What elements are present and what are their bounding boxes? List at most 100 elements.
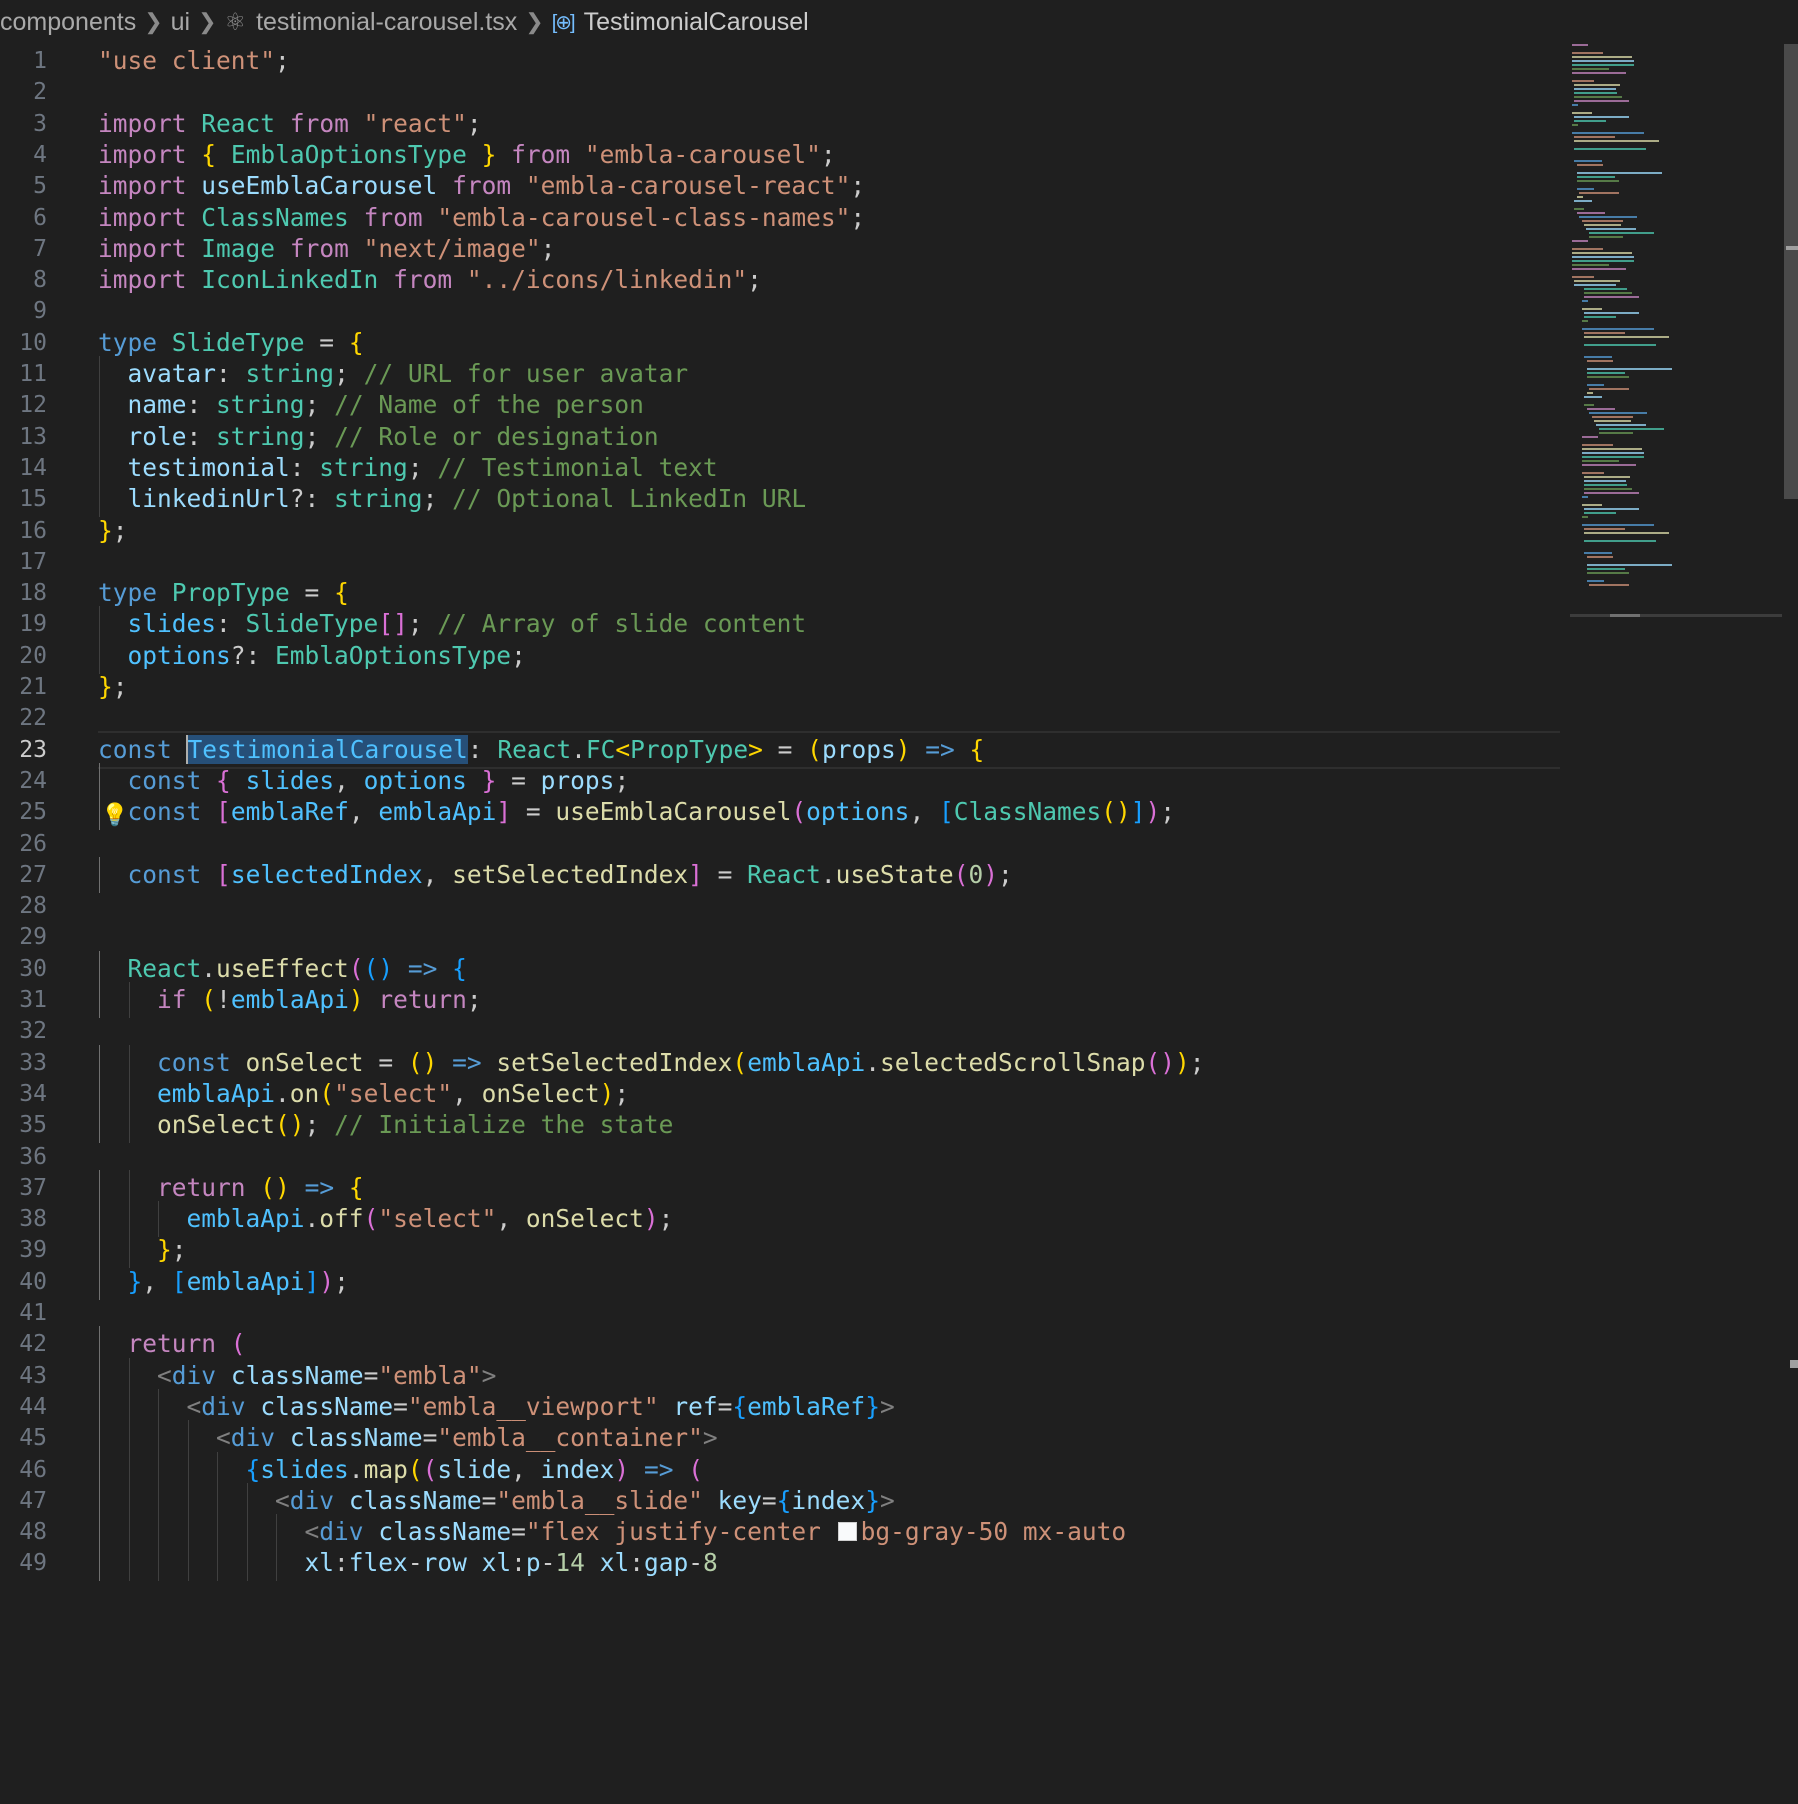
minimap-line <box>1584 508 1639 510</box>
code-editor[interactable]: 1 "use client"; 2 3 import React from "react… <box>0 44 1560 1804</box>
minimap-line <box>1584 312 1639 314</box>
minimap-line <box>1587 408 1615 410</box>
chevron-right-icon: ❯ <box>144 9 163 34</box>
code-line[interactable]: 39 }; <box>0 1232 1560 1268</box>
minimap-line <box>1587 376 1629 378</box>
minimap-line <box>1587 368 1672 370</box>
minimap-line <box>1587 392 1593 394</box>
minimap-line <box>1587 568 1625 570</box>
code-text[interactable]: slides: SlideType[]; // Array of slide c… <box>98 606 807 642</box>
code-text[interactable]: return ( <box>98 1326 246 1362</box>
breadcrumb-item-ui[interactable]: ui <box>171 8 190 37</box>
line-number: 9 <box>33 298 47 324</box>
minimap-line <box>1574 136 1615 138</box>
minimap-line <box>1584 540 1656 542</box>
line-number: 22 <box>19 705 47 731</box>
minimap-line <box>1599 432 1633 434</box>
minimap-line <box>1582 444 1613 446</box>
line-number: 29 <box>19 924 47 950</box>
minimap-line <box>1572 52 1603 54</box>
minimap-line <box>1596 424 1646 426</box>
code-text[interactable]: <div className="embla__container"> <box>98 1420 718 1456</box>
minimap-scroll-track <box>1570 614 1782 617</box>
breadcrumb-item-components[interactable]: components <box>0 8 136 37</box>
scrollbar-selection-marker <box>1786 246 1798 250</box>
line-number: 2 <box>33 79 47 105</box>
minimap-line <box>1584 512 1616 514</box>
code-text[interactable]: const [emblaRef, emblaApi] = useEmblaCar… <box>98 794 1176 830</box>
minimap-line <box>1589 388 1629 390</box>
minimap-line <box>1584 296 1639 298</box>
minimap-line <box>1572 80 1594 82</box>
minimap-line <box>1574 96 1622 98</box>
code-text[interactable]: onSelect(); // Initialize the state <box>98 1107 673 1143</box>
code-line[interactable]: 45 <div className="embla__container"> <box>0 1420 1560 1456</box>
minimap-line <box>1577 188 1594 190</box>
minimap-line <box>1582 220 1623 222</box>
minimap-line <box>1572 68 1609 70</box>
minimap-line <box>1582 452 1644 454</box>
minimap-line <box>1584 488 1632 490</box>
code-line[interactable]: 42 return ( <box>0 1326 1560 1362</box>
code-line[interactable]: 35 onSelect(); // Initialize the state <box>0 1107 1560 1143</box>
minimap-line <box>1572 252 1632 254</box>
code-line[interactable]: 49 xl:flex-row xl:p-14 xl:gap-8 <box>0 1545 1560 1581</box>
minimap-line <box>1572 112 1592 114</box>
minimap-line <box>1587 572 1629 574</box>
minimap-line <box>1584 484 1627 486</box>
code-text[interactable]: xl:flex-row xl:p-14 xl:gap-8 <box>98 1545 718 1581</box>
minimap-line <box>1584 532 1669 534</box>
line-number: 19 <box>19 611 47 637</box>
minimap-line <box>1582 456 1644 458</box>
minimap-line <box>1577 180 1619 182</box>
minimap-line <box>1572 264 1609 266</box>
minimap-line <box>1584 288 1627 290</box>
code-line[interactable]: 32 <box>0 1013 1560 1049</box>
line-number: 5 <box>33 173 47 199</box>
code-text[interactable]: }; <box>98 1232 187 1268</box>
minimap-line <box>1582 464 1636 466</box>
code-line[interactable]: 9 <box>0 293 1560 329</box>
minimap-line <box>1574 208 1584 210</box>
breadcrumb-item-symbol[interactable]: TestimonialCarousel <box>584 8 809 37</box>
minimap-line <box>1599 428 1664 430</box>
code-text[interactable]: name: string; // Name of the person <box>98 387 644 423</box>
code-line[interactable]: 29 <box>0 919 1560 955</box>
minimap-line <box>1582 504 1602 506</box>
breadcrumb-item-file[interactable]: testimonial-carousel.tsx <box>256 8 517 37</box>
lightbulb-icon[interactable]: 💡 <box>101 802 128 830</box>
minimap-line <box>1574 280 1620 282</box>
minimap-line <box>1589 584 1629 586</box>
vertical-scrollbar-thumb[interactable] <box>1784 44 1798 499</box>
code-line[interactable]: 25 const [emblaRef, emblaApi] = useEmbla… <box>0 794 1560 830</box>
color-swatch-icon <box>837 1522 857 1541</box>
minimap-line <box>1582 328 1654 330</box>
minimap-line <box>1574 284 1616 286</box>
minimap[interactable] <box>1568 44 1782 624</box>
minimap-line <box>1577 212 1605 214</box>
code-line[interactable]: 5 import useEmblaCarousel from "embla-car… <box>0 168 1560 204</box>
minimap-line <box>1584 480 1626 482</box>
minimap-line <box>1579 192 1619 194</box>
minimap-line <box>1574 92 1617 94</box>
code-line[interactable]: 12 name: string; // Name of the person <box>0 387 1560 423</box>
minimap-line <box>1579 216 1637 218</box>
code-line[interactable]: 15 linkedinUrl?: string; // Optional Lin… <box>0 481 1560 517</box>
minimap-line <box>1587 556 1613 558</box>
code-text[interactable]: linkedinUrl?: string; // Optional Linked… <box>98 481 807 517</box>
minimap-scroll-thumb[interactable] <box>1610 614 1640 617</box>
code-text[interactable]: import useEmblaCarousel from "embla-caro… <box>98 168 865 204</box>
code-line[interactable]: 19 slides: SlideType[]; // Array of slid… <box>0 606 1560 642</box>
minimap-line <box>1572 72 1626 74</box>
minimap-line <box>1574 148 1646 150</box>
minimap-line <box>1572 132 1644 134</box>
minimap-line <box>1574 84 1620 86</box>
line-number: 39 <box>19 1237 47 1263</box>
code-line[interactable]: 2 <box>0 74 1560 110</box>
line-number: 32 <box>19 1018 47 1044</box>
minimap-line <box>1582 308 1602 310</box>
minimap-line <box>1574 116 1629 118</box>
minimap-line <box>1584 316 1616 318</box>
react-icon: ⚛ <box>224 8 247 36</box>
chevron-right-icon: ❯ <box>198 9 217 34</box>
